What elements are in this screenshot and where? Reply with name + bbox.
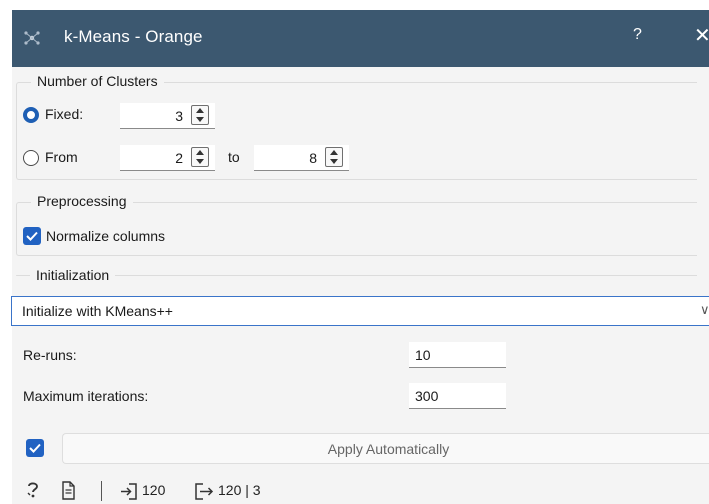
help-icon[interactable] [25, 481, 41, 500]
to-label: to [228, 149, 240, 165]
fixed-clusters-value: 3 [175, 108, 183, 124]
input-count: 120 [142, 482, 166, 498]
group-title-preprocessing: Preprocessing [31, 193, 133, 209]
reruns-input[interactable]: 10 [409, 342, 506, 368]
max-iterations-label: Maximum iterations: [23, 388, 149, 404]
max-iterations-value: 300 [415, 388, 439, 404]
spin-arrows-icon[interactable] [191, 105, 209, 125]
initialization-method-value: Initialize with KMeans++ [22, 303, 173, 319]
initialization-group: Initialization [16, 267, 697, 283]
normalize-checkbox[interactable] [23, 227, 41, 245]
help-button[interactable]: ? [633, 26, 642, 44]
close-button[interactable]: ✕ [694, 23, 709, 48]
checkmark-icon [29, 443, 41, 453]
apply-button-label: Apply Automatically [327, 441, 450, 457]
report-icon[interactable] [61, 481, 76, 500]
group-title-clusters: Number of Clusters [31, 73, 164, 89]
reruns-value: 10 [415, 347, 431, 363]
initialization-method-dropdown[interactable]: Initialize with KMeans++ ∨ [11, 296, 709, 326]
from-label: From [45, 149, 78, 165]
title-bar[interactable]: k-Means - Orange ? ✕ [12, 10, 709, 67]
group-title-initialization: Initialization [30, 267, 116, 283]
fixed-label: Fixed: [45, 106, 84, 122]
to-clusters-spinbox[interactable]: 8 [254, 145, 349, 171]
spin-arrows-icon[interactable] [325, 147, 343, 167]
from-clusters-spinbox[interactable]: 2 [120, 145, 215, 171]
spin-arrows-icon[interactable] [191, 147, 209, 167]
normalize-label: Normalize columns [46, 228, 166, 244]
input-data-icon [121, 483, 137, 500]
apply-automatically-checkbox[interactable] [26, 439, 44, 457]
apply-button[interactable]: Apply Automatically [62, 433, 709, 464]
from-radio[interactable] [23, 150, 39, 166]
checkmark-icon [26, 231, 38, 241]
number-of-clusters-group: Number of Clusters [16, 73, 697, 180]
fixed-radio[interactable] [23, 107, 39, 123]
output-count: 120 | 3 [218, 482, 261, 498]
window-title: k-Means - Orange [64, 27, 203, 46]
orange-app-icon [24, 31, 40, 45]
from-clusters-value: 2 [175, 150, 183, 166]
reruns-label: Re-runs: [23, 347, 77, 363]
status-divider [101, 481, 102, 501]
to-clusters-value: 8 [309, 150, 317, 166]
chevron-down-icon: ∨ [700, 302, 709, 317]
output-data-icon [195, 483, 214, 500]
fixed-clusters-spinbox[interactable]: 3 [120, 103, 215, 129]
max-iterations-input[interactable]: 300 [409, 383, 506, 409]
